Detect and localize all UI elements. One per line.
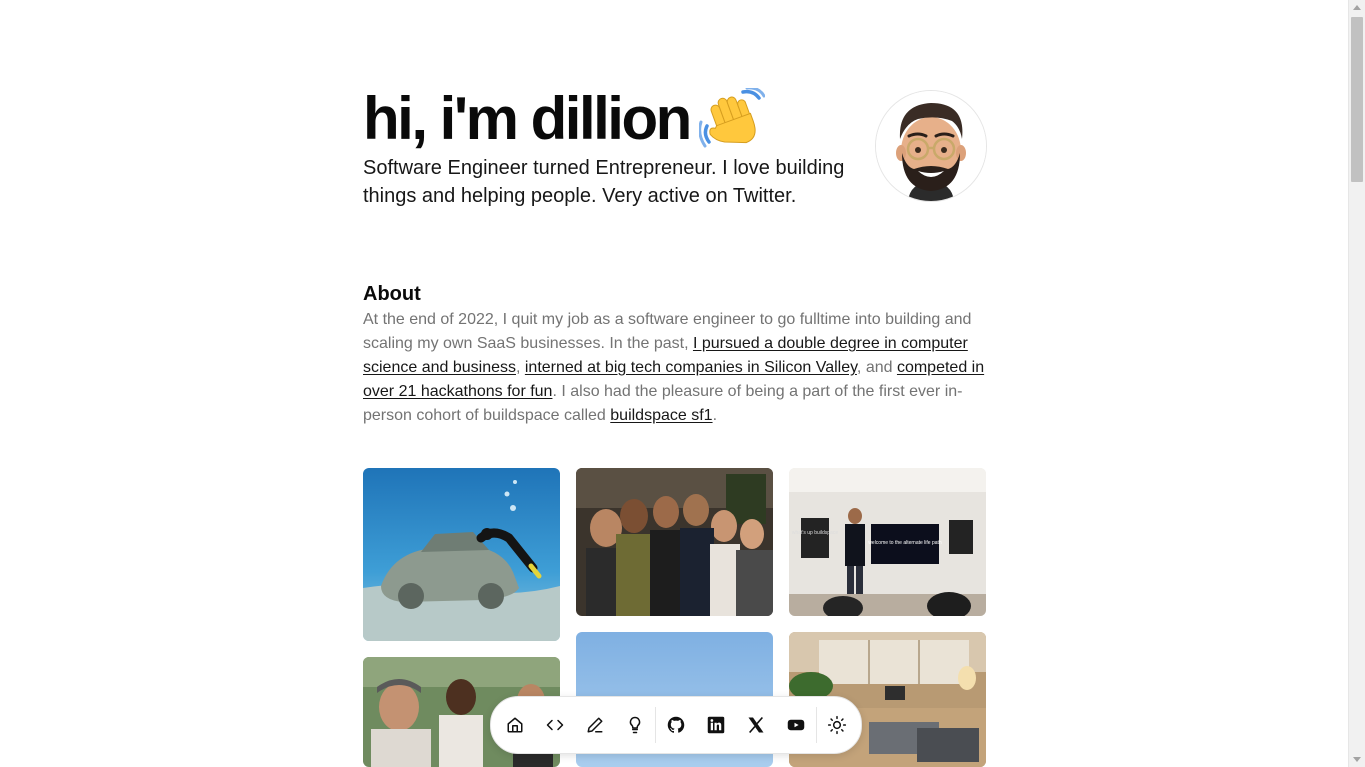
hero-title: hi, i'm dillion: [363, 85, 692, 152]
blackboard-text: what's up buildspace: [792, 530, 838, 536]
youtube-icon: [787, 719, 805, 731]
code-icon: [546, 719, 564, 731]
bottom-dock: [490, 696, 862, 754]
x-button[interactable]: [736, 705, 776, 745]
about-separator: ,: [515, 359, 525, 376]
theme-toggle-button[interactable]: [817, 705, 857, 745]
ideas-button[interactable]: [615, 705, 655, 745]
memoji-avatar-image: [876, 91, 986, 201]
linkedin-button[interactable]: [696, 705, 736, 745]
youtube-button[interactable]: [776, 705, 816, 745]
about-paragraph: At the end of 2022, I quit my job as a s…: [363, 308, 987, 428]
pencil-icon: [587, 717, 603, 733]
buildspace-link[interactable]: buildspace sf1: [610, 407, 712, 424]
hero-subtitle: Software Engineer turned Entrepreneur. I…: [363, 157, 845, 207]
x-icon: [748, 716, 764, 734]
blog-button[interactable]: [575, 705, 615, 745]
scroll-up-arrow-icon[interactable]: [1353, 5, 1361, 10]
github-button[interactable]: [656, 705, 696, 745]
photo-group-friends: [576, 468, 773, 616]
sun-icon: [827, 715, 847, 735]
projects-button[interactable]: [535, 705, 575, 745]
linkedin-icon: [707, 716, 725, 734]
about-separator: , and: [856, 359, 897, 376]
scroll-down-arrow-icon[interactable]: [1353, 757, 1361, 762]
waving-hand-icon: [699, 88, 765, 148]
home-button[interactable]: [495, 705, 535, 745]
page: hi, i'm dillion Software Engineer turned…: [0, 0, 1365, 767]
about-text: .: [712, 407, 718, 424]
scrollbar[interactable]: [1348, 0, 1365, 767]
github-icon: [667, 716, 685, 733]
home-icon: [507, 717, 523, 733]
avatar: [875, 90, 987, 202]
scrollbar-thumb[interactable]: [1351, 17, 1363, 182]
tv-screen-text: welcome to the alternate life path: [868, 540, 942, 546]
about-heading: About: [363, 283, 421, 305]
photo-underwater-car: [363, 468, 560, 641]
internships-link[interactable]: interned at big tech companies in Silico…: [525, 359, 857, 376]
lightbulb-icon: [629, 716, 641, 734]
photo-presentation: what's up buildspace welcome to the alte…: [789, 468, 986, 616]
